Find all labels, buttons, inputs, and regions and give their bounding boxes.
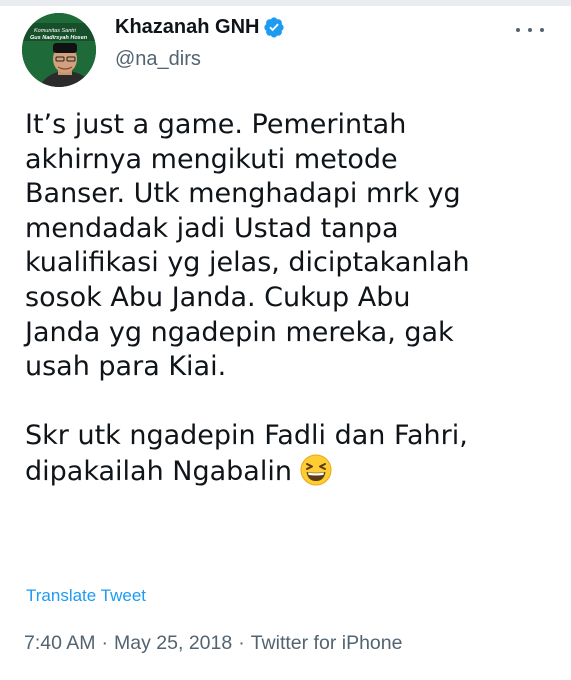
tweet-header: Komunitas Santri Gus Nadirsyah Hosen Kha… [22,10,552,90]
author-names: Khazanah GNH @na_dirs [115,14,475,71]
avatar-banner-text: Komunitas Santri [34,28,77,34]
avatar[interactable]: Komunitas Santri Gus Nadirsyah Hosen [22,13,96,87]
translate-tweet-link[interactable]: Translate Tweet [26,586,146,606]
avatar-image: Komunitas Santri Gus Nadirsyah Hosen [22,13,96,87]
tweet-line: akhirnya mengikuti metode [25,143,398,175]
verified-badge-icon [263,16,285,38]
tweet-line-last-text: dipakailah Ngabalin [25,455,292,487]
tweet-line: Skr utk ngadepin Fadli dan Fahri, [25,420,468,452]
grinning-squinting-face-emoji-icon [300,454,332,486]
more-dot [540,28,544,32]
display-name-row: Khazanah GNH [115,14,475,40]
tweet-line: sosok Abu Janda. Cukup Abu [25,281,411,313]
meta-separator: · [101,632,109,654]
tweet-text: It’s just a game. Pemerintah akhirnya me… [25,108,560,490]
tweet-line-last: dipakailah Ngabalin [25,454,560,490]
tweet-source[interactable]: Twitter for iPhone [251,632,403,654]
display-name[interactable]: Khazanah GNH [115,16,259,39]
svg-text:Gus Nadirsyah Hosen: Gus Nadirsyah Hosen [30,35,88,41]
tweet-line: usah para Kiai. [25,351,227,383]
tweet-date[interactable]: May 25, 2018 [114,632,232,654]
tweet-meta: 7:40 AM · May 25, 2018 · Twitter for iPhone [24,632,402,655]
tweet-card: Komunitas Santri Gus Nadirsyah Hosen Kha… [0,0,571,680]
tweet-time[interactable]: 7:40 AM [24,632,96,654]
more-dot [528,28,532,32]
tweet-line: mendadak jadi Ustad tanpa [25,212,399,244]
meta-separator: · [238,632,245,654]
tweet-line: kualifikasi yg jelas, diciptakanlah [25,247,470,279]
more-dot [516,28,520,32]
author-handle[interactable]: @na_dirs [115,48,475,71]
tweet-line: It’s just a game. Pemerintah [25,109,407,140]
top-divider [0,0,571,6]
tweet-line: Janda yg ngadepin mereka, gak [25,316,454,348]
tweet-line: Banser. Utk menghadapi mrk yg [25,178,461,210]
more-options-icon[interactable] [516,20,544,40]
